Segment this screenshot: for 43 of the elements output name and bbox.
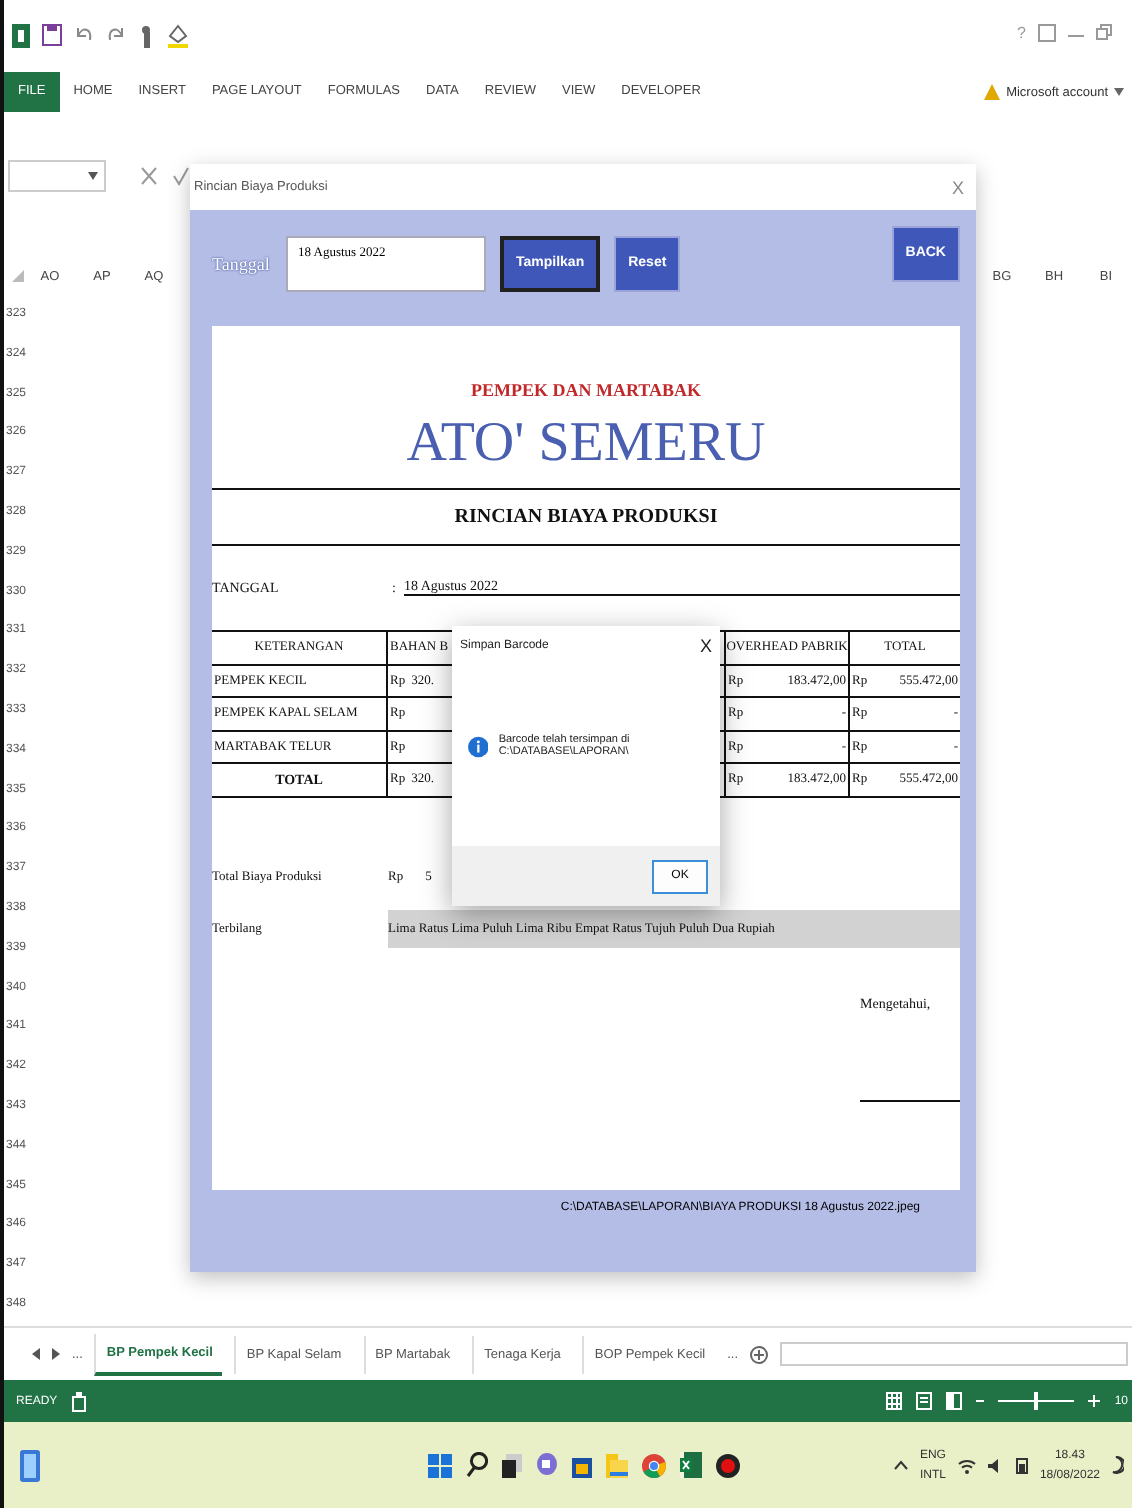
add-sheet-icon[interactable] bbox=[750, 1345, 768, 1363]
wifi-icon[interactable] bbox=[957, 1457, 976, 1473]
battery-icon[interactable] bbox=[1015, 1456, 1028, 1474]
caret-icon bbox=[1114, 88, 1124, 96]
chat-icon[interactable] bbox=[536, 1452, 558, 1478]
check-icon[interactable] bbox=[172, 165, 190, 185]
date-label: Tanggal bbox=[212, 253, 272, 273]
close-button[interactable]: X bbox=[951, 177, 964, 197]
chrome-icon[interactable] bbox=[642, 1453, 666, 1477]
record-icon[interactable] bbox=[716, 1453, 740, 1477]
previous-sheet-icon[interactable] bbox=[32, 1348, 40, 1360]
windows-start-icon[interactable] bbox=[428, 1453, 452, 1477]
report-subtitle: PEMPEK DAN MARTABAK bbox=[468, 380, 703, 400]
excel-icon[interactable] bbox=[680, 1452, 702, 1478]
macro-record-icon[interactable] bbox=[71, 1391, 86, 1411]
shop-name: ATO' SEMERU bbox=[404, 410, 768, 478]
page-break-icon[interactable] bbox=[946, 1392, 963, 1410]
chevron-up-icon[interactable] bbox=[893, 1460, 908, 1470]
report-title: RINCIAN BIAYA PRODUKSI bbox=[212, 488, 960, 546]
zoom-in-icon[interactable] bbox=[1088, 1392, 1101, 1410]
speaker-icon[interactable] bbox=[987, 1457, 1004, 1473]
info-icon bbox=[468, 733, 489, 759]
cancel-icon[interactable] bbox=[140, 165, 158, 185]
warning-icon bbox=[984, 84, 1001, 100]
excel-logo-icon bbox=[12, 24, 30, 48]
caret-icon bbox=[88, 171, 98, 179]
close-button[interactable]: X bbox=[699, 636, 712, 656]
folder-icon[interactable] bbox=[606, 1453, 628, 1477]
task-view-icon[interactable] bbox=[502, 1453, 522, 1477]
horizontal-scrollbar[interactable] bbox=[780, 1342, 1128, 1366]
widgets-icon[interactable] bbox=[20, 1449, 40, 1481]
undo-icon[interactable] bbox=[74, 24, 94, 44]
redo-icon[interactable] bbox=[106, 24, 126, 44]
moon-icon[interactable] bbox=[1112, 1456, 1124, 1474]
page-layout-icon[interactable] bbox=[916, 1392, 933, 1410]
fill-color-icon[interactable] bbox=[168, 24, 188, 48]
store-icon[interactable] bbox=[572, 1453, 592, 1477]
search-icon[interactable] bbox=[466, 1452, 488, 1478]
restore-icon[interactable] bbox=[1096, 24, 1112, 40]
next-sheet-icon[interactable] bbox=[52, 1348, 60, 1360]
ribbon-options-icon[interactable] bbox=[1038, 24, 1056, 42]
normal-view-icon[interactable] bbox=[886, 1392, 903, 1410]
save-icon[interactable] bbox=[42, 24, 62, 46]
